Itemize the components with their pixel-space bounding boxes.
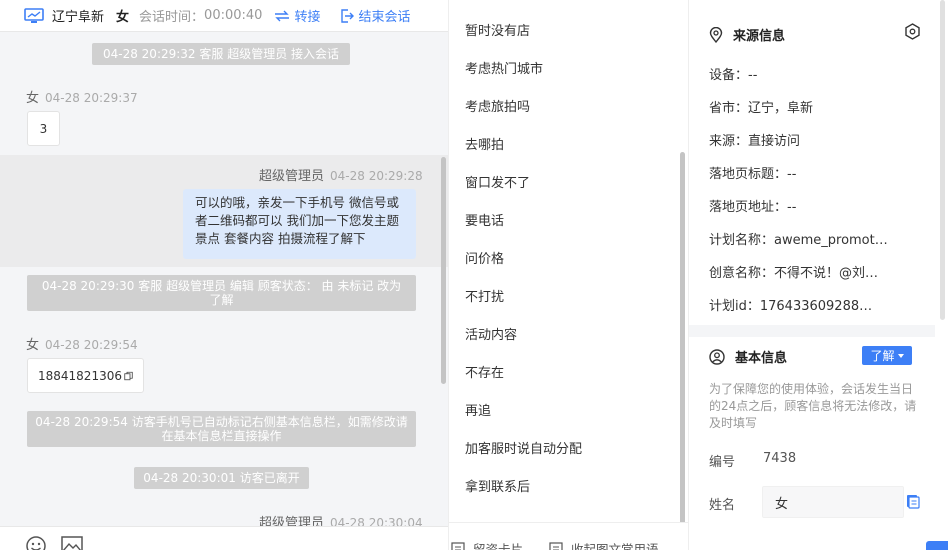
system-notice: 04-28 20:29:32 客服 超级管理员 接入会话 <box>92 43 350 65</box>
system-notice: 04-28 20:30:01 访客已离开 <box>134 467 309 489</box>
sender-name: 超级管理员 <box>259 169 325 184</box>
agent-message: 可以的哦，亲发一下手机号 微信号或者二维码都可以 我们加一下您发主题景点 套餐内… <box>183 189 416 259</box>
message-text: 18841821306 <box>38 368 122 383</box>
quick-phrase-item[interactable]: 考虑旅拍吗 <box>465 96 530 115</box>
collapse-icon <box>549 541 563 550</box>
duration-label: 会话时间： <box>139 10 205 25</box>
message-time: 04-28 20:29:54 <box>45 338 138 352</box>
province-field: 省市：辽宁，阜新 <box>709 101 814 116</box>
lead-card-label: 留资卡片 <box>473 542 524 550</box>
quick-phrase-item[interactable]: 拿到联系后 <box>465 476 530 495</box>
id-value: 7438 <box>763 451 797 466</box>
user-circle-icon <box>709 348 725 365</box>
chat-scrollbar[interactable] <box>441 157 446 384</box>
end-session-label: 结束会话 <box>358 10 411 25</box>
quick-phrase-item[interactable]: 不打扰 <box>465 286 504 305</box>
customer-status-value: 了解 <box>870 349 895 363</box>
plan-name-field: 计划名称：aweme_promot… <box>709 233 888 248</box>
basic-info-label: 基本信息 <box>735 351 788 366</box>
monitor-icon <box>24 7 44 23</box>
message-meta: 女 04-28 20:29:37 <box>26 87 138 106</box>
source-info-label: 来源信息 <box>733 29 786 44</box>
message-time: 04-28 20:29:37 <box>45 91 138 105</box>
floating-action-button[interactable] <box>926 541 948 550</box>
quick-phrase-item[interactable]: 要电话 <box>465 210 504 229</box>
duration-value: 00:00:40 <box>204 8 263 23</box>
landing-title-field: 落地页标题：-- <box>709 167 797 182</box>
emoji-icon[interactable] <box>25 535 47 550</box>
system-notice: 04-28 20:29:30 客服 超级管理员 编辑 顾客状态： 由 未标记 改… <box>27 275 416 311</box>
message-text: 3 <box>39 121 48 136</box>
sender-name: 女 <box>26 91 40 106</box>
info-scrollbar[interactable] <box>940 0 945 320</box>
end-session-button[interactable]: 结束会话 <box>340 6 410 25</box>
visitor-info-panel: 来源信息 设备：-- 省市：辽宁，阜新 来源：直接访问 落地页标题：-- 落地页… <box>688 0 948 550</box>
copy-icon[interactable] <box>906 494 920 509</box>
device-field: 设备：-- <box>709 68 758 83</box>
creative-name-field: 创意名称：不得不说！@刘… <box>709 266 879 281</box>
quick-phrase-item[interactable]: 再追 <box>465 400 491 419</box>
collapse-phrases-button[interactable]: 收起图文常用语 <box>549 539 659 550</box>
name-input[interactable]: 女 <box>762 486 904 518</box>
phrase-scrollbar[interactable] <box>680 152 685 527</box>
caret-down-icon <box>897 353 904 358</box>
collapse-phrases-label: 收起图文常用语 <box>571 542 659 550</box>
quick-phrase-item[interactable]: 考虑热门城市 <box>465 58 543 77</box>
visitor-message: 18841821306 <box>27 358 144 393</box>
chat-toolbar <box>0 526 448 550</box>
phrase-toolbar: 留资卡片 收起图文常用语 <box>449 522 688 550</box>
quick-phrase-item[interactable]: 加客服时说自动分配 <box>465 438 582 457</box>
name-label: 姓名 <box>709 498 736 513</box>
visitor-gender: 女 <box>116 10 130 25</box>
transfer-icon <box>275 10 290 21</box>
sender-name: 女 <box>26 338 40 353</box>
customer-status-dropdown[interactable]: 了解 <box>862 346 912 365</box>
id-label: 编号 <box>709 455 736 470</box>
quick-phrase-item[interactable]: 不存在 <box>465 362 504 381</box>
copy-icon[interactable] <box>124 370 133 382</box>
source-info-title: 来源信息 <box>709 25 785 44</box>
exit-icon <box>341 8 355 23</box>
section-divider <box>689 325 935 337</box>
settings-icon[interactable] <box>904 23 921 40</box>
quick-phrase-item[interactable]: 问价格 <box>465 248 504 267</box>
quick-phrase-item[interactable]: 去哪拍 <box>465 134 504 153</box>
message-time: 04-28 20:29:28 <box>330 169 423 183</box>
transfer-button[interactable]: 转接 <box>274 6 320 25</box>
quick-phrase-item[interactable]: 活动内容 <box>465 324 517 343</box>
chat-header: 辽宁阜新 女 会话时间： 00:00:40 转接 结束会话 <box>0 0 448 32</box>
edit-notice: 为了保障您的使用体验，会话发生当日的24点之后，顾客信息将无法修改，请及时填写 <box>709 382 917 430</box>
visitor-message: 3 <box>27 111 60 146</box>
lead-card-button[interactable]: 留资卡片 <box>451 539 523 550</box>
quick-phrase-item[interactable]: 暂时没有店 <box>465 20 530 39</box>
quick-phrase-panel: 暂时没有店 考虑热门城市 考虑旅拍吗 去哪拍 窗口发不了 要电话 问价格 不打扰… <box>448 0 688 550</box>
basic-info-title: 基本信息 <box>709 347 787 366</box>
quick-phrase-item[interactable]: 窗口发不了 <box>465 172 530 191</box>
message-meta: 超级管理员 04-28 20:29:28 <box>259 165 423 184</box>
card-icon <box>451 541 465 550</box>
origin-field: 来源：直接访问 <box>709 134 801 149</box>
plan-id-field: 计划id：176433609288… <box>709 299 873 314</box>
visitor-location: 辽宁阜新 <box>52 10 105 25</box>
landing-url-field: 落地页地址：-- <box>709 200 797 215</box>
chat-panel: 辽宁阜新 女 会话时间： 00:00:40 转接 结束会话 04-28 20:2… <box>0 0 448 550</box>
location-pin-icon <box>709 26 723 43</box>
image-icon[interactable] <box>61 535 83 550</box>
system-notice: 04-28 20:29:54 访客手机号已自动标记右侧基本信息栏，如需修改请在基… <box>27 411 416 447</box>
transfer-label: 转接 <box>294 10 321 25</box>
name-input-value: 女 <box>775 496 789 512</box>
message-meta: 女 04-28 20:29:54 <box>26 334 138 353</box>
